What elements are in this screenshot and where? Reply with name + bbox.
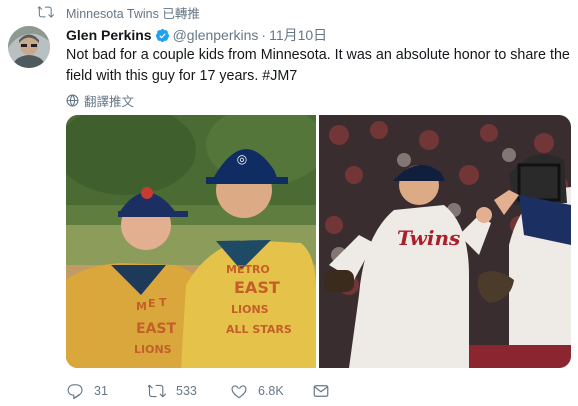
tweet-text: Not bad for a couple kids from Minnesota… (66, 45, 571, 87)
svg-text:LIONS: LIONS (134, 343, 172, 356)
reply-icon (67, 384, 83, 400)
avatar[interactable] (8, 26, 50, 68)
retweeted-by-label: Minnesota Twins 已轉推 (66, 6, 200, 21)
retweet-icon (148, 384, 166, 398)
reply-count: 31 (94, 384, 108, 398)
author-name[interactable]: Glen Perkins (66, 27, 152, 43)
tweet-text-line: field with this guy for 17 years. #JM7 (66, 68, 298, 84)
tweet-text-line: Not bad for a couple kids from Minnesota… (66, 47, 570, 63)
like-button[interactable]: 6.8K (230, 382, 312, 400)
globe-icon (66, 94, 79, 107)
retweet-button[interactable]: 533 (148, 382, 230, 400)
svg-text:LIONS: LIONS (231, 303, 269, 316)
header-separator: · (261, 27, 267, 43)
svg-text:E: E (148, 297, 156, 310)
retweet-icon (38, 6, 54, 18)
svg-text:◎: ◎ (237, 152, 247, 166)
svg-text:EAST: EAST (234, 278, 280, 297)
tweet-header: Glen Perkins @glenperkins · 11月10日 (66, 26, 570, 44)
photo-twins-celebration[interactable]: Twins (319, 115, 571, 368)
translate-tweet-link[interactable]: 翻譯推文 (66, 91, 134, 110)
reply-button[interactable]: 31 (66, 382, 148, 400)
translate-label: 翻譯推文 (84, 95, 135, 109)
heart-icon (231, 385, 247, 399)
tweet-actions: 31 533 6.8K (66, 380, 340, 402)
retweet-count: 533 (176, 384, 197, 398)
like-count: 6.8K (258, 384, 284, 398)
svg-text:M: M (136, 300, 147, 313)
tweet-media[interactable]: ◎ MET METRO EAST LIONS ALL STARS EAST LI… (66, 115, 571, 368)
svg-text:METRO: METRO (226, 263, 270, 276)
direct-message-button[interactable] (312, 382, 340, 400)
svg-text:T: T (159, 296, 167, 309)
tweet-timestamp[interactable]: 11月10日 (269, 25, 327, 45)
retweet-context[interactable]: Minnesota Twins 已轉推 (38, 3, 200, 21)
verified-badge-icon (155, 28, 169, 42)
jersey-twins-text: Twins (397, 226, 460, 250)
photo-kids-little-league[interactable]: ◎ MET METRO EAST LIONS ALL STARS EAST LI… (66, 115, 316, 368)
author-handle[interactable]: @glenperkins (173, 27, 259, 43)
envelope-icon (313, 385, 329, 397)
svg-text:ALL STARS: ALL STARS (226, 323, 292, 336)
svg-text:EAST: EAST (136, 321, 176, 337)
